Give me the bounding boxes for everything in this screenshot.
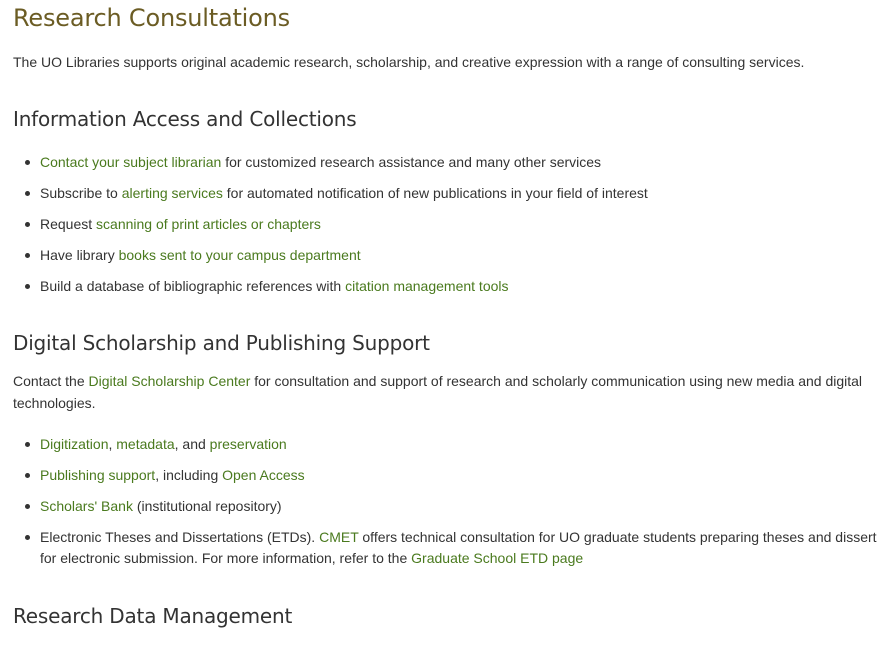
digital-scholarship-center-link[interactable]: Digital Scholarship Center (89, 373, 251, 389)
bullet (25, 253, 30, 258)
intro-paragraph: The UO Libraries supports original acade… (13, 54, 805, 70)
books-delivery-link[interactable]: books sent to your campus department (119, 247, 361, 263)
bullet (25, 191, 30, 196)
paragraph-text: for consultation and support of research… (250, 373, 863, 389)
list-item-text: Request scanning of print articles or ch… (40, 214, 321, 235)
page-title: Research Consultations (13, 4, 290, 32)
bullet (25, 284, 30, 289)
item-text: for electronic submission. For more info… (40, 550, 412, 566)
list-item-text: Contact your subject librarian for custo… (40, 152, 601, 173)
subject-librarian-link[interactable]: Contact your subject librarian (40, 154, 221, 170)
bullet (25, 160, 30, 165)
item-text: Subscribe to (40, 185, 122, 201)
cmet-link[interactable]: CMET (319, 529, 358, 545)
item-text: Have library (40, 247, 119, 263)
paragraph-text: Contact the (13, 373, 89, 389)
list-item-text: Build a database of bibliographic refere… (40, 276, 509, 297)
section-heading-research-data: Research Data Management (13, 604, 293, 628)
preservation-link[interactable]: preservation (210, 436, 287, 452)
scanning-link[interactable]: scanning of print articles or chapters (96, 216, 321, 232)
item-text: for customized research assistance and m… (221, 154, 602, 170)
publishing-support-link[interactable]: Publishing support (40, 467, 155, 483)
alerting-services-link[interactable]: alerting services (122, 185, 223, 201)
list-item-text: Publishing support, including Open Acces… (40, 465, 305, 486)
list-item-text: Have library books sent to your campus d… (40, 245, 361, 266)
item-text: , and (174, 436, 210, 452)
item-text: offers technical consultation for UO gra… (358, 529, 877, 545)
graduate-school-etd-link[interactable]: Graduate School ETD page (411, 550, 583, 566)
item-text: Build a database of bibliographic refere… (40, 278, 346, 294)
item-text: for automated notification of new public… (222, 185, 648, 201)
item-text: (institutional repository) (132, 498, 282, 514)
list-item-text: Digitization, metadata, and preservation (40, 434, 287, 455)
bullet (25, 473, 30, 478)
metadata-link[interactable]: metadata (116, 436, 174, 452)
open-access-link[interactable]: Open Access (222, 467, 305, 483)
digitization-link[interactable]: Digitization (40, 436, 108, 452)
item-text: Request (40, 216, 97, 232)
list-item-text: Scholars' Bank (institutional repository… (40, 496, 282, 517)
list-item-text: Subscribe to alerting services for autom… (40, 183, 648, 204)
digital-scholarship-paragraph: Contact the Digital Scholarship Center f… (13, 370, 862, 414)
section-heading-digital-scholarship: Digital Scholarship and Publishing Suppo… (13, 331, 430, 355)
bullet (25, 535, 30, 540)
paragraph-text: technologies. (13, 395, 96, 411)
item-text: , including (155, 467, 223, 483)
list-item-text: Electronic Theses and Dissertations (ETD… (40, 527, 877, 569)
item-text: Electronic Theses and Dissertations (ETD… (40, 529, 320, 545)
bullet (25, 504, 30, 509)
section-heading-information-access: Information Access and Collections (13, 107, 357, 131)
citation-tools-link[interactable]: citation management tools (345, 278, 508, 294)
bullet (25, 222, 30, 227)
bullet (25, 442, 30, 447)
scholars-bank-link[interactable]: Scholars' Bank (40, 498, 133, 514)
